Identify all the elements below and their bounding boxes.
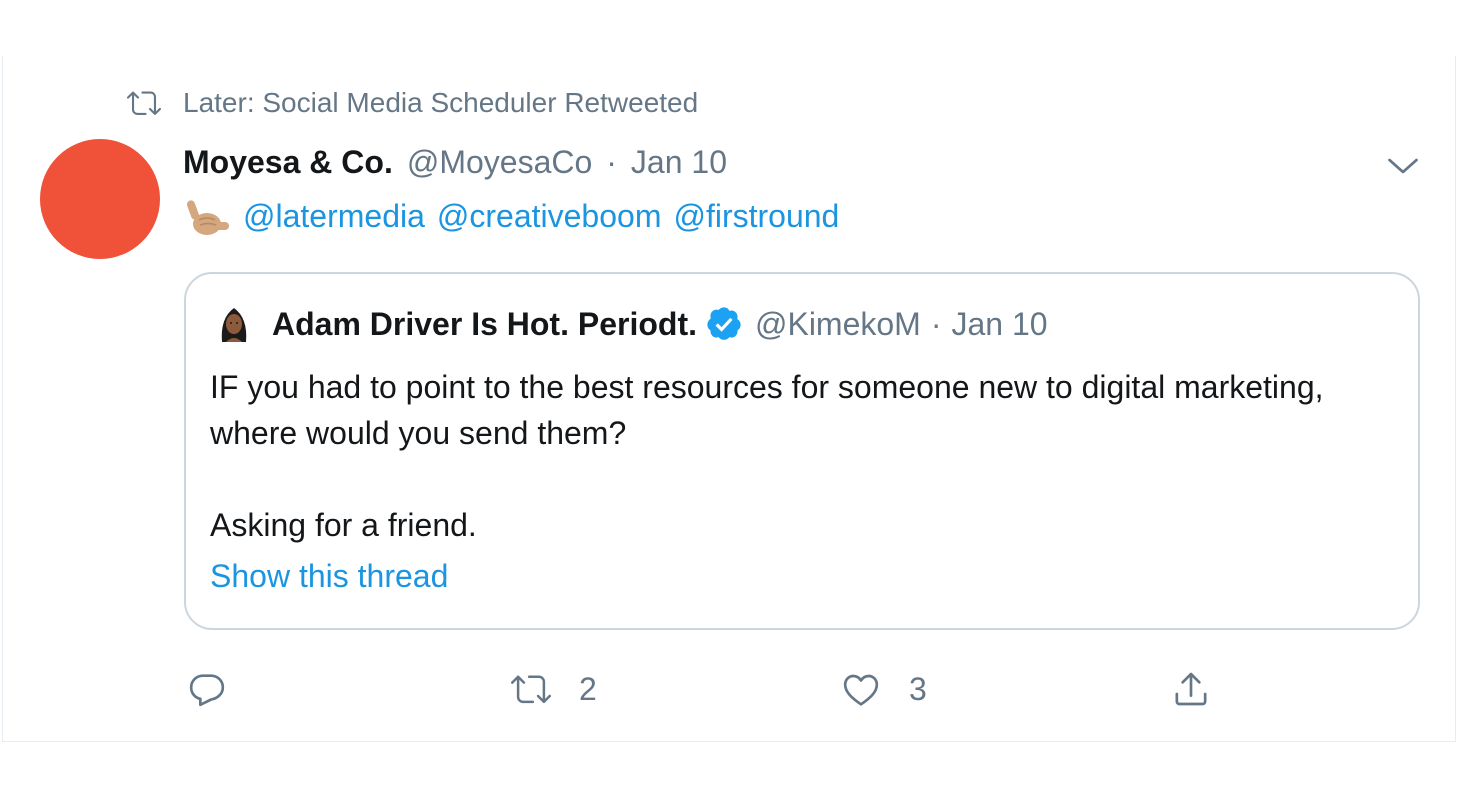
quoted-tweet-date[interactable]: Jan 10 xyxy=(951,306,1047,343)
tweet-date[interactable]: Jan 10 xyxy=(631,144,727,181)
retweet-context: Later: Social Media Scheduler Retweeted xyxy=(127,86,698,120)
quoted-author-avatar-emoji xyxy=(221,308,247,342)
reply-icon xyxy=(189,674,225,707)
like-button[interactable]: 3 xyxy=(841,668,927,710)
author-handle[interactable]: @MoyesaCo xyxy=(407,144,592,181)
tweet-text: @latermedia @creativeboom @firstround xyxy=(183,194,839,238)
mention-creativeboom[interactable]: @creativeboom xyxy=(437,198,662,235)
like-count: 3 xyxy=(909,670,927,707)
author-name[interactable]: Moyesa & Co. xyxy=(183,144,393,181)
show-thread-link[interactable]: Show this thread xyxy=(210,558,448,595)
reply-button[interactable] xyxy=(187,668,227,710)
quoted-text-paragraph-1: IF you had to point to the best resource… xyxy=(210,369,1324,451)
quoted-tweet[interactable]: Adam Driver Is Hot. Periodt. @KimekoM · … xyxy=(184,272,1420,630)
retweet-icon xyxy=(511,675,551,704)
quoted-tweet-header: Adam Driver Is Hot. Periodt. @KimekoM · … xyxy=(216,304,1048,344)
tweet-header: Moyesa & Co. @MoyesaCo · Jan 10 xyxy=(183,144,727,181)
verified-badge-icon xyxy=(707,307,741,340)
share-button[interactable] xyxy=(1171,668,1211,710)
mention-firstround[interactable]: @firstround xyxy=(673,198,839,235)
quoted-text-paragraph-2: Asking for a friend. xyxy=(210,507,477,543)
chevron-down-icon[interactable] xyxy=(1385,148,1421,184)
heart-icon xyxy=(843,674,879,706)
quoted-tweet-text: IF you had to point to the best resource… xyxy=(210,364,1390,548)
mention-latermedia[interactable]: @latermedia xyxy=(243,198,425,235)
retweet-context-text[interactable]: Later: Social Media Scheduler Retweeted xyxy=(183,87,698,119)
quoted-author-name[interactable]: Adam Driver Is Hot. Periodt. xyxy=(272,306,697,343)
header-separator: · xyxy=(606,144,617,180)
quoted-header-separator: · xyxy=(930,305,942,342)
call-me-hand-emoji xyxy=(186,200,229,235)
retweet-icon xyxy=(127,91,161,115)
quoted-author-handle[interactable]: @KimekoM xyxy=(755,306,921,343)
retweet-count: 2 xyxy=(579,670,597,707)
share-icon xyxy=(1175,672,1207,706)
author-avatar[interactable] xyxy=(40,139,160,259)
retweet-button[interactable]: 2 xyxy=(511,668,597,710)
tweet-card[interactable]: Later: Social Media Scheduler Retweeted … xyxy=(2,56,1456,742)
